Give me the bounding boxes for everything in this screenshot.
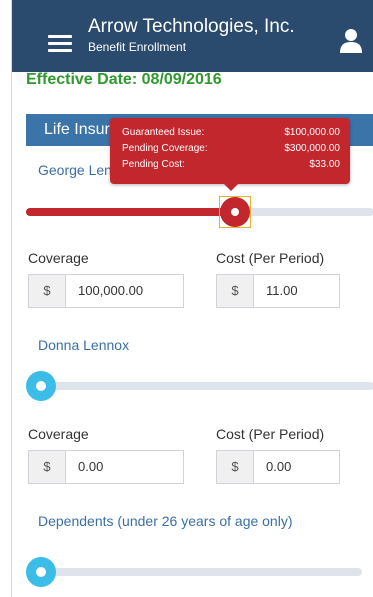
slider-handle[interactable] [220,197,250,227]
cost-label: Cost (Per Period) [216,426,325,442]
coverage-label: Coverage [28,426,89,442]
app-subtitle: Benefit Enrollment [88,40,187,54]
coverage-slider-dependents[interactable] [26,557,362,587]
slider-fill [26,208,235,216]
currency-addon: $ [217,275,254,307]
cost-field-donna[interactable]: $ 0.00 [216,450,340,484]
effective-date: Effective Date: 08/09/2016 [26,72,222,85]
cost-input[interactable]: 11.00 [254,275,298,307]
app-frame: Arrow Technologies, Inc. Benefit Enrollm… [11,0,373,597]
app-header: Arrow Technologies, Inc. Benefit Enrollm… [12,0,373,72]
currency-addon: $ [29,451,66,483]
app-title: Arrow Technologies, Inc. [88,16,295,37]
slider-handle[interactable] [26,371,56,401]
coverage-field-donna[interactable]: $ 0.00 [28,450,184,484]
coverage-slider-george[interactable] [26,196,373,228]
coverage-slider-donna[interactable] [26,371,373,401]
tooltip-value: $100,000.00 [284,127,340,138]
tooltip-label: Pending Coverage: [122,143,208,154]
slider-handle[interactable] [26,557,56,587]
cost-input[interactable]: 0.00 [254,451,291,483]
tooltip-row-guaranteed-issue: Guaranteed Issue: $100,000.00 [122,126,340,140]
tooltip-row-pending-cost: Pending Cost: $33.00 [122,158,340,172]
coverage-input[interactable]: 100,000.00 [66,275,143,307]
tooltip-value: $33.00 [309,159,340,170]
coverage-input[interactable]: 0.00 [66,451,103,483]
member-name-dependents: Dependents (under 26 years of age only) [38,513,293,529]
coverage-field-george[interactable]: $ 100,000.00 [28,274,184,308]
member-name-donna: Donna Lennox [38,337,130,353]
user-profile-icon[interactable] [340,28,362,54]
cost-label: Cost (Per Period) [216,250,325,266]
tooltip-label: Guaranteed Issue: [122,127,205,138]
currency-addon: $ [29,275,66,307]
tooltip-arrow [224,184,238,191]
coverage-label: Coverage [28,250,89,266]
coverage-tooltip: Guaranteed Issue: $100,000.00 Pending Co… [110,118,350,191]
cost-field-george[interactable]: $ 11.00 [216,274,340,308]
currency-addon: $ [217,451,254,483]
tooltip-row-pending-coverage: Pending Coverage: $300,000.00 [122,142,340,156]
tooltip-value: $300,000.00 [284,143,340,154]
hamburger-menu-icon[interactable] [48,35,72,53]
tooltip-label: Pending Cost: [122,159,185,170]
